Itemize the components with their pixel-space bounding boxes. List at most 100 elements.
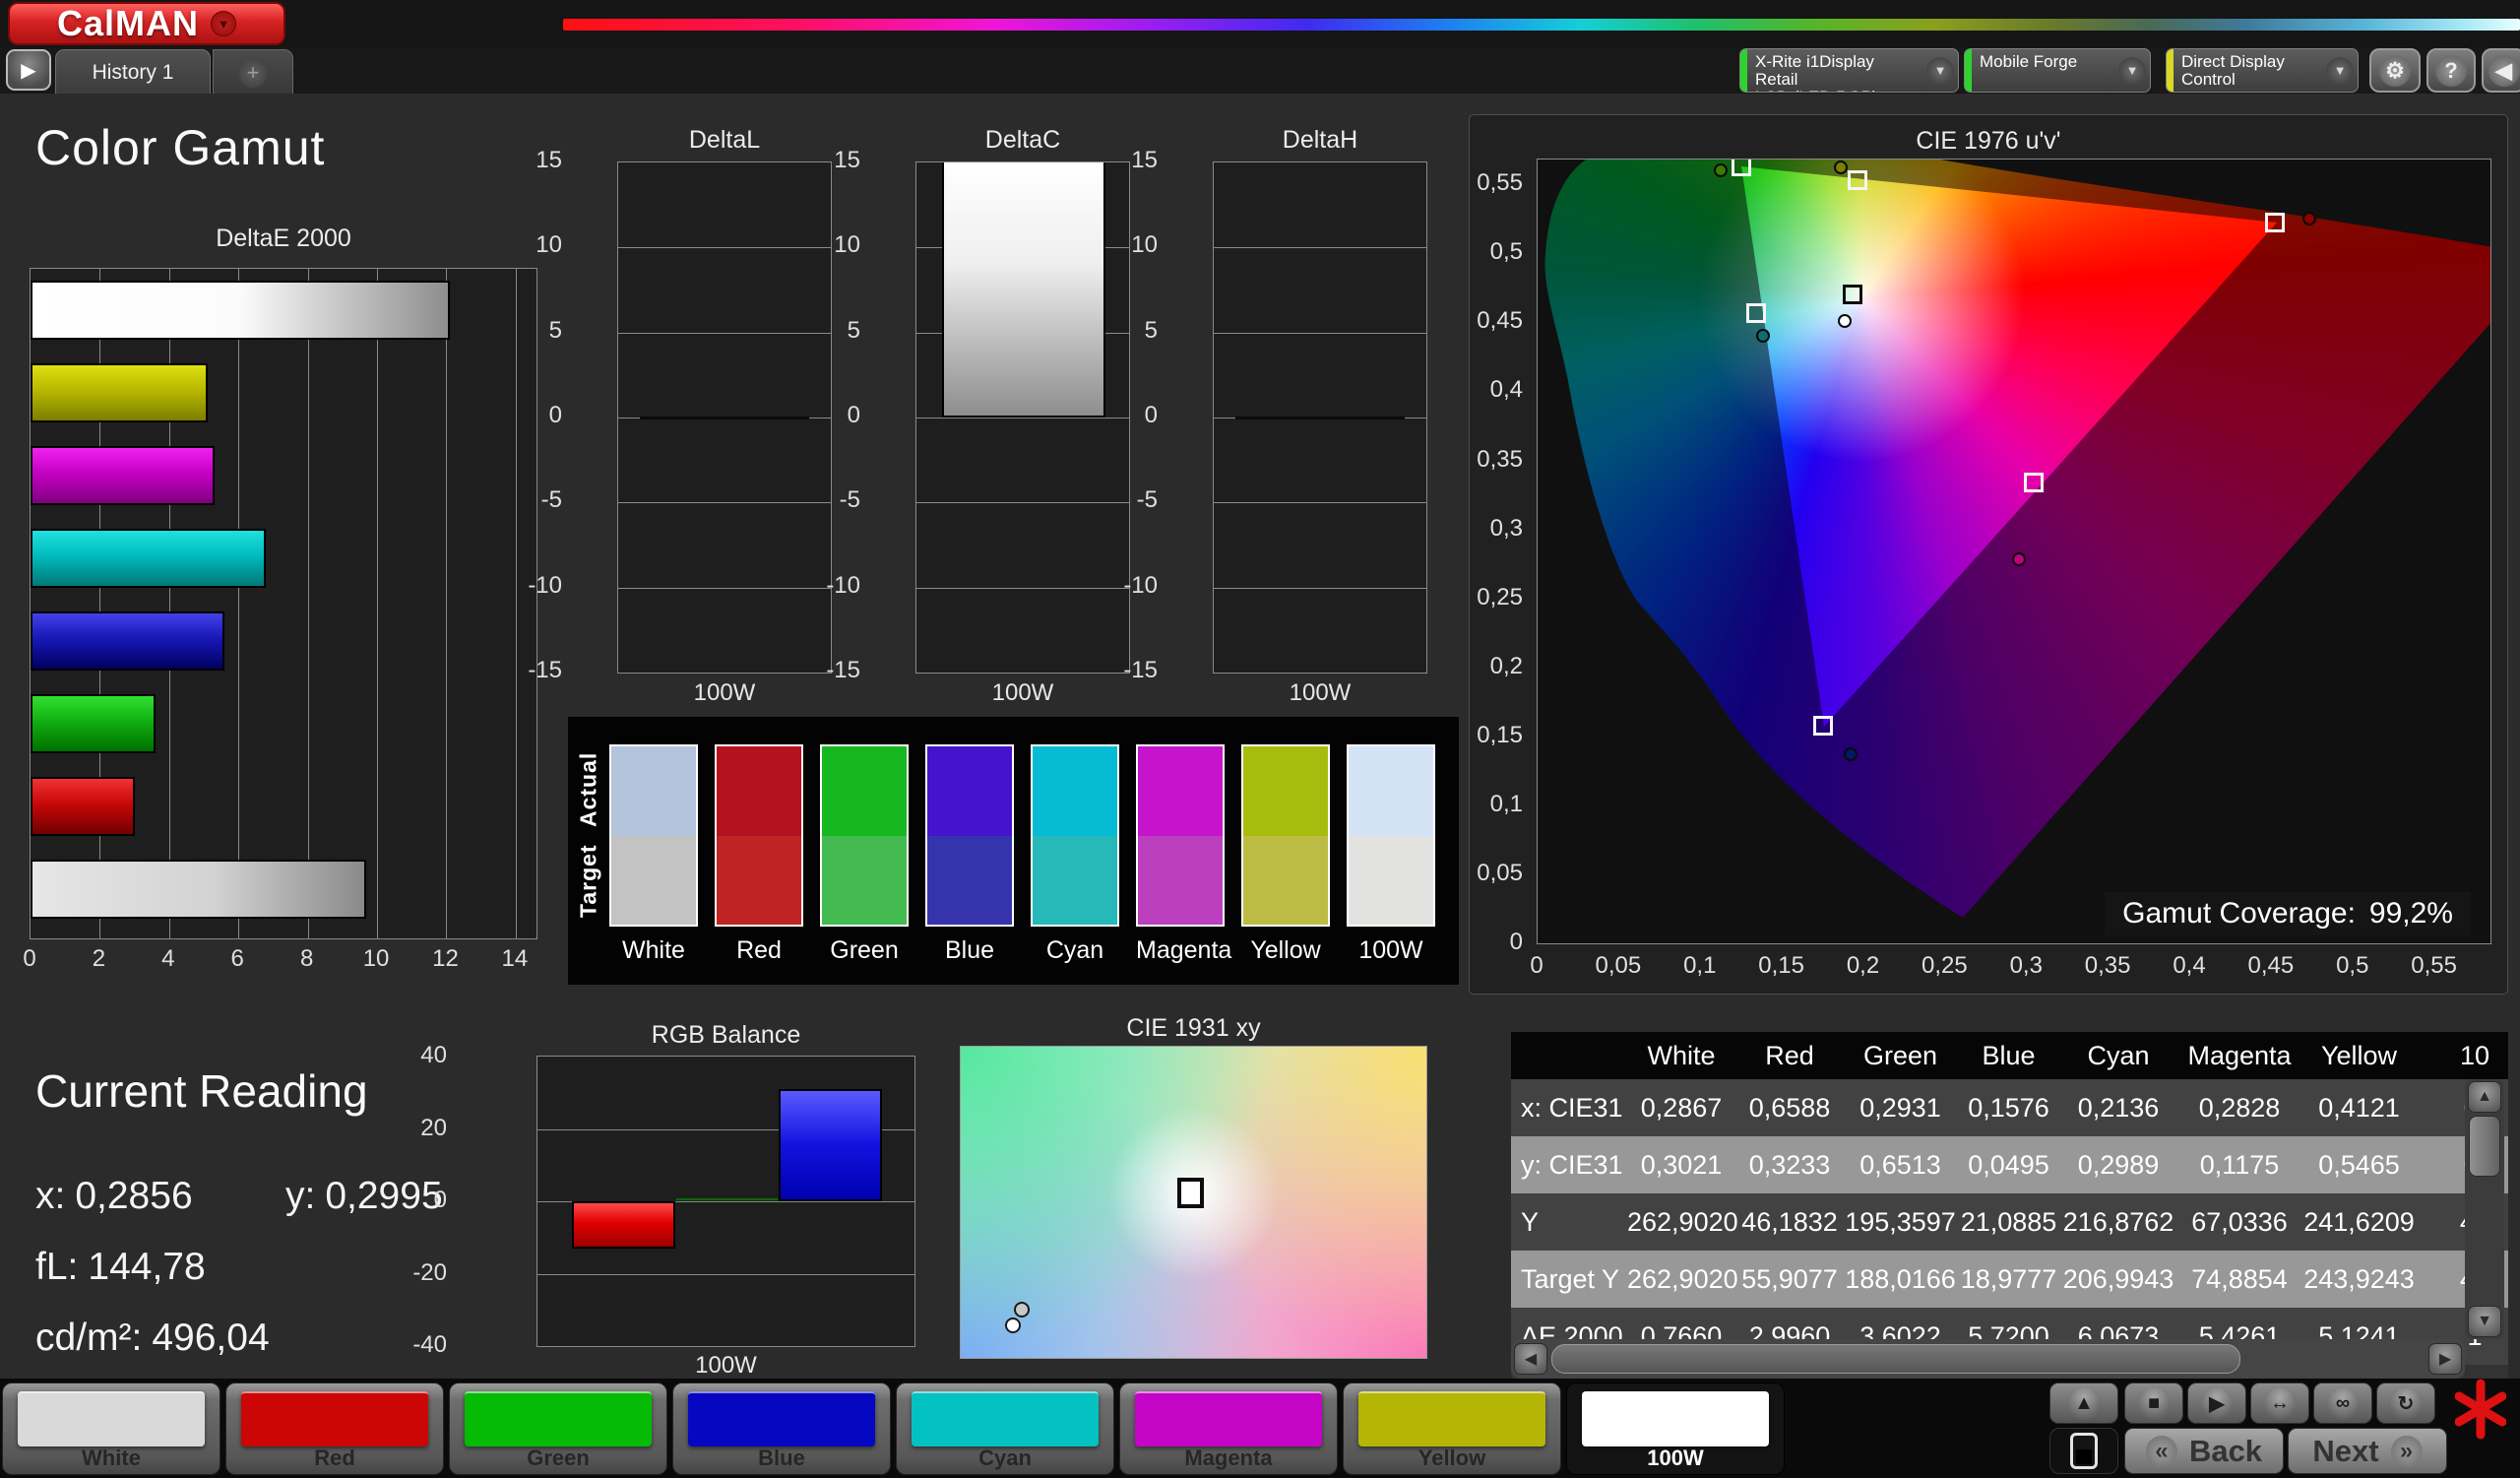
y-tick-label: -5	[1136, 486, 1158, 514]
table-vertical-scrollbar[interactable]: ▲ ▼	[2465, 1079, 2504, 1339]
swatch-label: Yellow	[1250, 936, 1321, 964]
y-tick-label: 0,55	[1477, 169, 1523, 197]
refresh-button[interactable]: ↻	[2376, 1382, 2435, 1424]
deltaH-plot	[1213, 161, 1427, 674]
asterisk-status-icon	[2455, 1379, 2506, 1440]
x-tick-label: 0,2	[1846, 952, 1880, 979]
triangle-up-icon: ▲	[2477, 1088, 2492, 1105]
tab-scroll-button[interactable]: ▶	[6, 49, 51, 91]
cie1976-xticks: 0 0,05 0,1 0,15 0,2 0,25 0,3 0,35 0,4 0,45 0,5 0,55	[1530, 950, 2491, 980]
y-tick-label: 0,35	[1477, 445, 1523, 473]
range-button[interactable]: ↔	[2250, 1382, 2309, 1424]
deltae-bar-magenta	[31, 446, 215, 505]
patch-swatch	[1582, 1391, 1769, 1446]
gridline	[618, 587, 831, 589]
deltaC-plot	[915, 161, 1130, 674]
table-row-label: Target Y	[1521, 1263, 1620, 1294]
reading-fl: fL: 144,78	[35, 1246, 206, 1288]
scroll-right-button[interactable]: ▶	[2428, 1343, 2462, 1375]
patch-button-yellow[interactable]: Yellow	[1343, 1382, 1561, 1475]
chevrons-left-icon: «	[2145, 1435, 2177, 1467]
patch-swatch	[1135, 1391, 1322, 1446]
table-cell: 0,2828	[2198, 1092, 2281, 1123]
table-col-header: Red	[1765, 1040, 1814, 1070]
x-tick-label: 0,3	[2009, 952, 2043, 979]
x-tick-label: 0	[1530, 952, 1544, 979]
display-control-dropdown[interactable]: Direct Display Control ▼	[2166, 48, 2359, 93]
display-window-button[interactable]	[2049, 1428, 2118, 1474]
swatch-pair	[925, 744, 1014, 927]
x-tick-label: 14	[501, 945, 529, 972]
collapse-panel-button[interactable]: ◀	[2482, 48, 2520, 93]
swatch-pair	[820, 744, 909, 927]
add-tab-button[interactable]: +	[213, 49, 293, 95]
gridline	[377, 269, 379, 938]
chevron-down-icon: ▼	[2322, 49, 2358, 92]
swatch-pair	[1241, 744, 1330, 927]
swatch-column-cyan: Cyan	[1031, 744, 1119, 968]
expand-panel-button[interactable]: ▲	[2049, 1382, 2118, 1424]
target-marker-yellow	[1847, 170, 1867, 191]
y-tick-label: 0,1	[1489, 790, 1523, 817]
triangle-up-icon: ▲	[2067, 1386, 2101, 1420]
tab-history-1[interactable]: History 1	[55, 49, 211, 95]
vertical-scroll-thumb[interactable]	[2469, 1116, 2500, 1177]
patch-swatch	[1358, 1391, 1545, 1446]
x-tick-label: 12	[432, 945, 459, 972]
y-tick-label: 0	[847, 402, 860, 428]
patch-button-white[interactable]: White	[2, 1382, 220, 1475]
settings-button[interactable]: ⚙	[2369, 48, 2421, 93]
patch-button-blue[interactable]: Blue	[672, 1382, 891, 1475]
continuous-button[interactable]: ∞	[2313, 1382, 2372, 1424]
y-tick-label: -15	[1123, 657, 1158, 683]
y-tick-label: -15	[826, 657, 860, 683]
table-row-x-cie31: x: CIE31 0,2867 0,6588 0,2931 0,1576 0,2136 0,…	[1511, 1079, 2508, 1136]
patch-button-green[interactable]: Green	[449, 1382, 667, 1475]
play-button[interactable]: ▶	[2187, 1382, 2246, 1424]
calman-logo-button[interactable]: CalMAN ▼	[8, 2, 285, 45]
swatch-target-green	[822, 835, 907, 925]
x-tick-label: 0	[23, 945, 36, 972]
patch-button-magenta[interactable]: Magenta	[1119, 1382, 1338, 1475]
source-dropdown[interactable]: Mobile Forge ▼	[1964, 48, 2151, 93]
gamut-coverage-label: Gamut Coverage:	[2122, 897, 2356, 930]
deltae-plot	[30, 268, 537, 939]
table-col-header: Green	[1862, 1040, 1938, 1070]
stop-button[interactable]: ■	[2124, 1382, 2183, 1424]
gridline	[446, 269, 448, 938]
deltaH-title: DeltaH	[1282, 126, 1358, 154]
gamut-coverage-badge: Gamut Coverage: 99,2%	[2105, 892, 2471, 935]
help-icon: ?	[2435, 54, 2467, 87]
x-tick-label: 0,55	[2411, 952, 2457, 979]
table-horizontal-scrollbar[interactable]: ◀ ▶	[1511, 1339, 2465, 1379]
table-cell: 0,6588	[1748, 1092, 1831, 1123]
next-button[interactable]: Next »	[2288, 1428, 2447, 1474]
help-button[interactable]: ?	[2426, 48, 2476, 93]
y-tick-label: 0	[548, 402, 562, 428]
y-tick-label: 5	[847, 316, 860, 344]
meter-dropdown[interactable]: X-Rite i1Display Retail LCD (LED RGB) ▼	[1739, 48, 1959, 93]
back-button[interactable]: « Back	[2124, 1428, 2284, 1474]
rainbow-gradient-bar	[563, 19, 2520, 31]
deltae-bar-100w	[31, 860, 367, 919]
patch-button-100w[interactable]: 100W	[1566, 1382, 1785, 1475]
y-tick-label: 0,05	[1477, 859, 1523, 886]
cie1976-yticks: 0 0,05 0,1 0,15 0,2 0,25 0,3 0,35 0,4 0,45 0,5 0,55	[1470, 159, 1531, 955]
patch-swatch	[465, 1391, 652, 1446]
horizontal-scroll-thumb[interactable]	[1551, 1344, 2240, 1374]
scroll-down-button[interactable]: ▼	[2468, 1306, 2501, 1337]
gridline	[307, 269, 309, 938]
y-tick-label: 5	[1144, 316, 1158, 344]
x-tick-label: 0,15	[1758, 952, 1804, 979]
target-marker-red	[2265, 212, 2286, 232]
swatch-label: Magenta	[1136, 936, 1232, 964]
tab-label: History 1	[92, 60, 174, 84]
patch-button-red[interactable]: Red	[225, 1382, 444, 1475]
patch-button-cyan[interactable]: Cyan	[896, 1382, 1114, 1475]
deltaL-title: DeltaL	[688, 126, 761, 154]
swatch-actual-100w	[1349, 746, 1433, 836]
scroll-left-button[interactable]: ◀	[1514, 1343, 1547, 1375]
y-tick-label: 15	[834, 147, 860, 173]
scroll-up-button[interactable]: ▲	[2468, 1081, 2501, 1113]
y-tick-label: -10	[1123, 571, 1158, 599]
